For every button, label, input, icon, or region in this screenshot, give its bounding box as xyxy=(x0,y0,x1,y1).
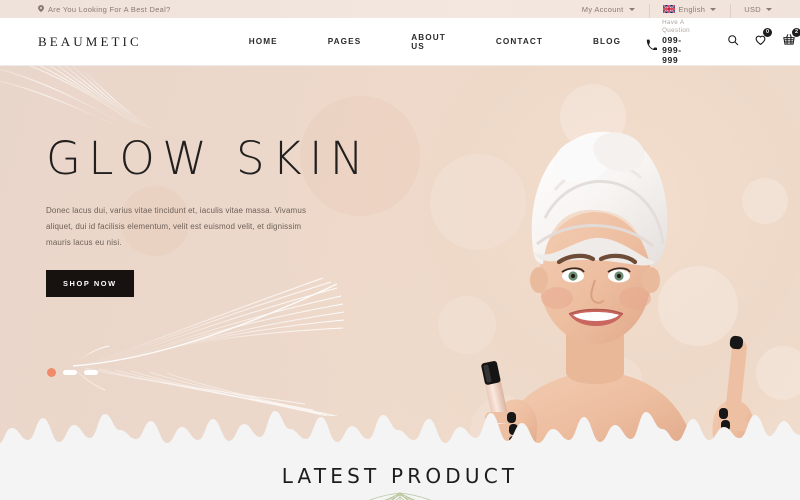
hero-content: GLOW SKIN Donec lacus dui, varius vitae … xyxy=(46,136,376,297)
header-actions: Have A Question 099-999-999 0 2 xyxy=(646,19,800,65)
my-account-label: My Account xyxy=(581,4,624,14)
chevron-down-icon xyxy=(766,7,772,11)
nav-item-blog[interactable]: BLOG xyxy=(568,37,646,46)
nav-item-about-us[interactable]: ABOUT US xyxy=(386,33,471,51)
top-bar: Are You Looking For A Best Deal? My Acco… xyxy=(0,0,800,18)
top-bar-right: My Account English USD xyxy=(568,3,786,18)
promo-deal-text: Are You Looking For A Best Deal? xyxy=(48,4,171,14)
location-pin-icon xyxy=(38,5,44,13)
uk-flag-icon xyxy=(662,4,675,14)
promo-deal: Are You Looking For A Best Deal? xyxy=(38,5,171,14)
main-navigation: HOME PAGES ABOUT US CONTACT BLOG xyxy=(224,33,646,51)
language-label: English xyxy=(678,4,706,14)
chevron-down-icon xyxy=(628,7,635,11)
hero-title: GLOW SKIN xyxy=(46,132,372,185)
slider-pagination xyxy=(47,368,98,377)
slider-dot-2[interactable] xyxy=(63,370,77,375)
slider-dot-1[interactable] xyxy=(47,368,56,377)
wishlist-count-badge: 0 xyxy=(763,27,773,37)
hero-description: Donec lacus dui, varius vitae tincidunt … xyxy=(46,206,307,247)
phone-text: Have A Question 099-999-999 xyxy=(662,19,690,65)
page-root: Are You Looking For A Best Deal? My Acco… xyxy=(0,0,800,500)
hero-slider[interactable]: GLOW SKIN Donec lacus dui, varius vitae … xyxy=(0,66,800,452)
cart-count-badge: 2 xyxy=(792,27,800,37)
currency-dropdown[interactable]: USD xyxy=(730,3,786,18)
shop-now-button[interactable]: SHOP NOW xyxy=(46,270,134,297)
phone-question: Have A Question xyxy=(662,18,691,34)
nav-item-pages[interactable]: PAGES xyxy=(303,37,387,46)
feather-icon xyxy=(72,277,345,416)
my-account-dropdown[interactable]: My Account xyxy=(568,5,649,14)
site-header: BEAUMETIC HOME PAGES ABOUT US CONTACT BL… xyxy=(0,18,800,66)
latest-product-section: LATEST PRODUCT xyxy=(0,452,800,500)
nav-item-home[interactable]: HOME xyxy=(224,37,303,46)
currency-label: USD xyxy=(744,4,761,14)
section-title: LATEST PRODUCT xyxy=(281,464,519,488)
slider-dot-3[interactable] xyxy=(84,370,98,375)
language-dropdown[interactable]: English xyxy=(648,3,731,18)
site-logo[interactable]: BEAUMETIC xyxy=(38,34,142,50)
paint-drip-divider xyxy=(0,411,800,452)
feather-icon xyxy=(0,66,151,128)
contact-phone[interactable]: Have A Question 099-999-999 xyxy=(646,19,690,65)
wishlist-button[interactable]: 0 xyxy=(754,27,773,51)
botanical-leaf-ornament xyxy=(368,492,432,500)
phone-icon xyxy=(646,37,658,51)
cart-button[interactable]: 2 xyxy=(782,27,800,51)
phone-number: 099-999-999 xyxy=(662,34,682,65)
chevron-down-icon xyxy=(710,7,717,11)
search-button[interactable] xyxy=(727,33,739,51)
nav-item-contact[interactable]: CONTACT xyxy=(471,37,568,46)
search-icon xyxy=(727,33,739,51)
